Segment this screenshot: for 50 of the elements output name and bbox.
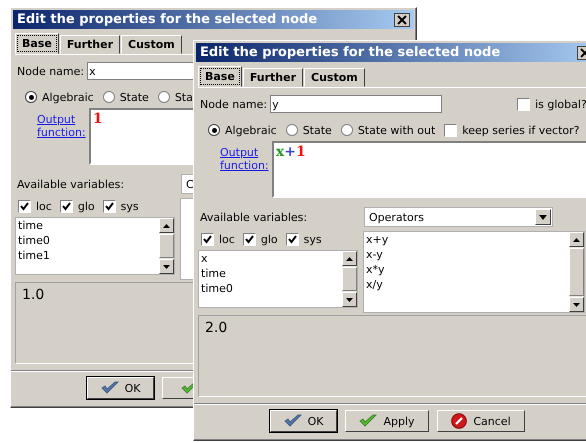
filter-checkbox[interactable]: loc [18, 200, 52, 212]
radio-button[interactable]: Algebraic [208, 124, 277, 136]
filter-checkbox[interactable]: loc [201, 232, 235, 246]
list-item[interactable]: x [201, 251, 342, 266]
radio-button[interactable]: Algebraic [25, 90, 94, 104]
tab[interactable]: Further [242, 68, 304, 87]
radio-button[interactable]: Sta [158, 90, 193, 104]
list-item[interactable]: x-y [366, 247, 569, 262]
filter-checkbox[interactable]: sys [102, 200, 139, 212]
output-function-link[interactable]: Output function: [37, 108, 86, 139]
keep-series-checkbox[interactable]: keep series if vector? [444, 124, 580, 136]
list-item[interactable]: time0 [201, 281, 342, 296]
list-item[interactable]: x+y [366, 232, 569, 247]
tab[interactable]: Further [60, 35, 120, 54]
radio-button[interactable]: State [286, 124, 332, 136]
available-variables-label: Available variables: [17, 178, 126, 190]
list-item[interactable]: x/y [366, 277, 569, 292]
list-item[interactable]: x*y [366, 262, 569, 277]
variables-list[interactable]: x time time0 [198, 250, 358, 308]
ok-button[interactable]: OK [87, 377, 154, 399]
node-name-label: Node name: [200, 98, 268, 110]
node-name-label: Node name: [17, 64, 84, 78]
radio-button[interactable]: State [102, 90, 149, 104]
filter-checkbox[interactable]: sys [286, 232, 322, 246]
tab[interactable]: Base [15, 33, 59, 54]
window-title: Edit the properties for the selected node [17, 12, 318, 27]
operators-dropdown[interactable]: Operators [364, 207, 553, 227]
list-item[interactable]: time0 [18, 233, 159, 248]
cancel-button[interactable]: Cancel [437, 410, 525, 432]
global-checkbox[interactable]: is global? [517, 98, 586, 110]
node-name-field[interactable]: y [270, 95, 442, 113]
variables-list[interactable]: time time0 time1 [15, 217, 175, 275]
window-title: Edit the properties for the selected node [200, 45, 502, 60]
result-value: 1.0 [22, 287, 44, 303]
output-function-link[interactable]: Output function: [220, 141, 269, 172]
tab[interactable]: Custom [304, 68, 365, 87]
operators-list[interactable]: x+y x-y x*y x/y [363, 231, 585, 313]
filter-checkbox[interactable]: glo [60, 200, 95, 212]
tab[interactable]: Custom [121, 35, 182, 54]
filter-checkbox[interactable]: glo [242, 232, 278, 246]
list-item[interactable]: time [201, 266, 342, 281]
available-variables-label: Available variables: [200, 210, 308, 224]
output-function-field[interactable]: x+1 [272, 141, 586, 198]
radio-button[interactable]: State with out [340, 124, 436, 136]
list-item[interactable]: time1 [18, 248, 159, 263]
list-item[interactable]: time [18, 218, 159, 233]
ok-button[interactable]: OK [270, 410, 337, 432]
apply-button[interactable]: Apply [345, 410, 429, 432]
tab[interactable]: Base [198, 66, 242, 87]
result-value: 2.0 [205, 320, 228, 336]
